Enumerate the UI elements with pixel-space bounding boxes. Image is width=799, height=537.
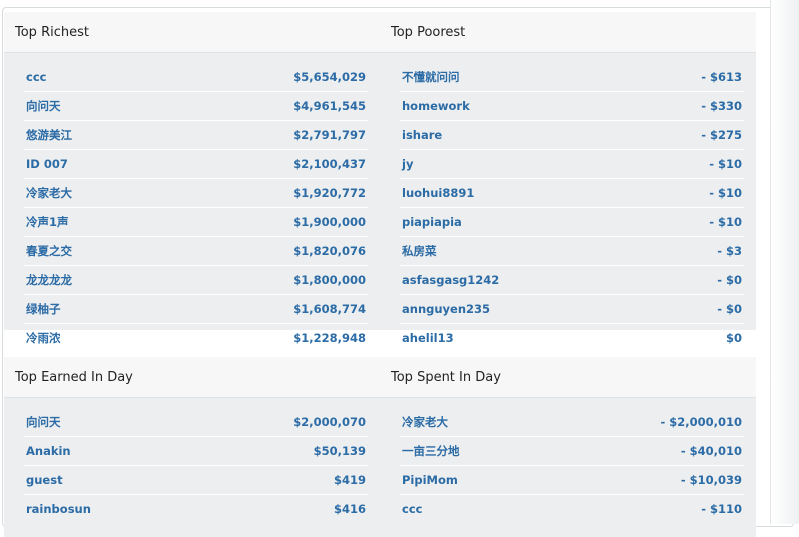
user-link[interactable]: annguyen235 bbox=[402, 302, 490, 316]
amount-value: $416 bbox=[333, 502, 366, 516]
list-item: guest $419 bbox=[24, 466, 368, 495]
amount-value: - $40,010 bbox=[680, 444, 742, 458]
scrollbar[interactable] bbox=[770, 0, 799, 524]
list-item: asfasgasg1242 - $0 bbox=[400, 266, 744, 295]
amount-value: $1,900,000 bbox=[293, 215, 366, 229]
user-link[interactable]: 龙龙龙龙 bbox=[26, 272, 72, 288]
amount-value: $419 bbox=[333, 473, 366, 487]
list-item: 冷家老大 $1,920,772 bbox=[24, 179, 368, 208]
list-item: 冷家老大 - $2,000,010 bbox=[400, 408, 744, 437]
list-item: piapiapia - $10 bbox=[400, 208, 744, 237]
panel-title: Top Richest bbox=[4, 12, 380, 52]
list-item: Anakin $50,139 bbox=[24, 437, 368, 466]
amount-value: $4,961,545 bbox=[293, 99, 366, 113]
list-item: 向问天 $2,000,070 bbox=[24, 408, 368, 437]
list-item: homework - $330 bbox=[400, 92, 744, 121]
amount-value: - $3 bbox=[717, 244, 742, 258]
amount-value: $1,920,772 bbox=[293, 186, 366, 200]
amount-value: - $10 bbox=[709, 186, 742, 200]
user-link[interactable]: 绿柚子 bbox=[26, 301, 61, 317]
amount-value: $1,608,774 bbox=[293, 302, 366, 316]
amount-value: $50,139 bbox=[313, 444, 366, 458]
list-item: 一亩三分地 - $40,010 bbox=[400, 437, 744, 466]
amount-value: - $330 bbox=[701, 99, 742, 113]
list-item: rainbosun $416 bbox=[24, 495, 368, 523]
panel-title: Top Poorest bbox=[380, 12, 756, 52]
amount-value: $1,800,000 bbox=[293, 273, 366, 287]
panel-list: 向问天 $2,000,070 Anakin $50,139 guest $419 ra… bbox=[4, 397, 380, 537]
top-richest-panel: Top Richest ccc $5,654,029 向问天 $4,961,545 … bbox=[4, 12, 380, 345]
panel-title: Top Earned In Day bbox=[4, 357, 380, 397]
amount-value: - $0 bbox=[717, 302, 742, 316]
list-item: 不懂就问问 - $613 bbox=[400, 63, 744, 92]
list-item: PipiMom - $10,039 bbox=[400, 466, 744, 495]
list-item: 绿柚子 $1,608,774 bbox=[24, 295, 368, 324]
user-link[interactable]: guest bbox=[26, 473, 63, 487]
user-link[interactable]: luohui8891 bbox=[402, 186, 474, 200]
panel-list: 冷家老大 - $2,000,010 一亩三分地 - $40,010 PipiMom -… bbox=[380, 397, 756, 537]
user-link[interactable]: 冷雨浓 bbox=[26, 330, 61, 346]
amount-value: - $10 bbox=[709, 215, 742, 229]
user-link[interactable]: 不懂就问问 bbox=[402, 69, 460, 85]
user-link[interactable]: asfasgasg1242 bbox=[402, 273, 499, 287]
amount-value: $0 bbox=[725, 331, 742, 345]
panel-list: ccc $5,654,029 向问天 $4,961,545 悠游美江 $2,791,7… bbox=[4, 52, 380, 345]
list-item: ccc $5,654,029 bbox=[24, 63, 368, 92]
amount-value: - $10 bbox=[709, 157, 742, 171]
list-item: ahelil13 $0 bbox=[400, 324, 744, 352]
user-link[interactable]: 向问天 bbox=[26, 98, 61, 114]
list-item: 冷声1声 $1,900,000 bbox=[24, 208, 368, 237]
top-poorest-panel: Top Poorest 不懂就问问 - $613 homework - $330 i… bbox=[380, 12, 756, 345]
user-link[interactable]: 冷声1声 bbox=[26, 214, 69, 230]
panel-list: 不懂就问问 - $613 homework - $330 ishare - $275 … bbox=[380, 52, 756, 345]
user-link[interactable]: homework bbox=[402, 99, 470, 113]
list-item: jy - $10 bbox=[400, 150, 744, 179]
amount-value: - $613 bbox=[701, 70, 742, 84]
user-link[interactable]: ahelil13 bbox=[402, 331, 454, 345]
list-item: 私房菜 - $3 bbox=[400, 237, 744, 266]
user-link[interactable]: ccc bbox=[402, 502, 422, 516]
list-item: 向问天 $4,961,545 bbox=[24, 92, 368, 121]
user-link[interactable]: 私房菜 bbox=[402, 243, 437, 259]
user-link[interactable]: PipiMom bbox=[402, 473, 458, 487]
list-item: ishare - $275 bbox=[400, 121, 744, 150]
amount-value: $2,791,797 bbox=[293, 128, 366, 142]
amount-value: - $0 bbox=[717, 273, 742, 287]
amount-value: - $10,039 bbox=[680, 473, 742, 487]
list-item: 春夏之交 $1,820,076 bbox=[24, 237, 368, 266]
top-spent-in-day-panel: Top Spent In Day 冷家老大 - $2,000,010 一亩三分地 -… bbox=[380, 357, 756, 537]
panel-title: Top Spent In Day bbox=[380, 357, 756, 397]
top-earned-in-day-panel: Top Earned In Day 向问天 $2,000,070 Anakin $5… bbox=[4, 357, 380, 537]
list-item: 冷雨浓 $1,228,948 bbox=[24, 324, 368, 352]
amount-value: $2,100,437 bbox=[293, 157, 366, 171]
amount-value: - $2,000,010 bbox=[660, 415, 742, 429]
amount-value: $5,654,029 bbox=[293, 70, 366, 84]
list-item: 悠游美江 $2,791,797 bbox=[24, 121, 368, 150]
amount-value: $2,000,070 bbox=[293, 415, 366, 429]
list-item: 龙龙龙龙 $1,800,000 bbox=[24, 266, 368, 295]
list-item: annguyen235 - $0 bbox=[400, 295, 744, 324]
user-link[interactable]: 冷家老大 bbox=[26, 185, 72, 201]
user-link[interactable]: 冷家老大 bbox=[402, 414, 448, 430]
user-link[interactable]: Anakin bbox=[26, 444, 71, 458]
user-link[interactable]: 一亩三分地 bbox=[402, 443, 460, 459]
user-link[interactable]: 春夏之交 bbox=[26, 243, 72, 259]
user-link[interactable]: ID 007 bbox=[26, 157, 68, 171]
list-item: ccc - $110 bbox=[400, 495, 744, 523]
list-item: luohui8891 - $10 bbox=[400, 179, 744, 208]
list-item: ID 007 $2,100,437 bbox=[24, 150, 368, 179]
user-link[interactable]: ishare bbox=[402, 128, 442, 142]
amount-value: $1,228,948 bbox=[293, 331, 366, 345]
user-link[interactable]: rainbosun bbox=[26, 502, 91, 516]
user-link[interactable]: 向问天 bbox=[26, 414, 61, 430]
user-link[interactable]: jy bbox=[402, 157, 413, 171]
amount-value: - $275 bbox=[701, 128, 742, 142]
user-link[interactable]: ccc bbox=[26, 70, 46, 84]
amount-value: - $110 bbox=[701, 502, 742, 516]
user-link[interactable]: piapiapia bbox=[402, 215, 462, 229]
amount-value: $1,820,076 bbox=[293, 244, 366, 258]
user-link[interactable]: 悠游美江 bbox=[26, 127, 72, 143]
